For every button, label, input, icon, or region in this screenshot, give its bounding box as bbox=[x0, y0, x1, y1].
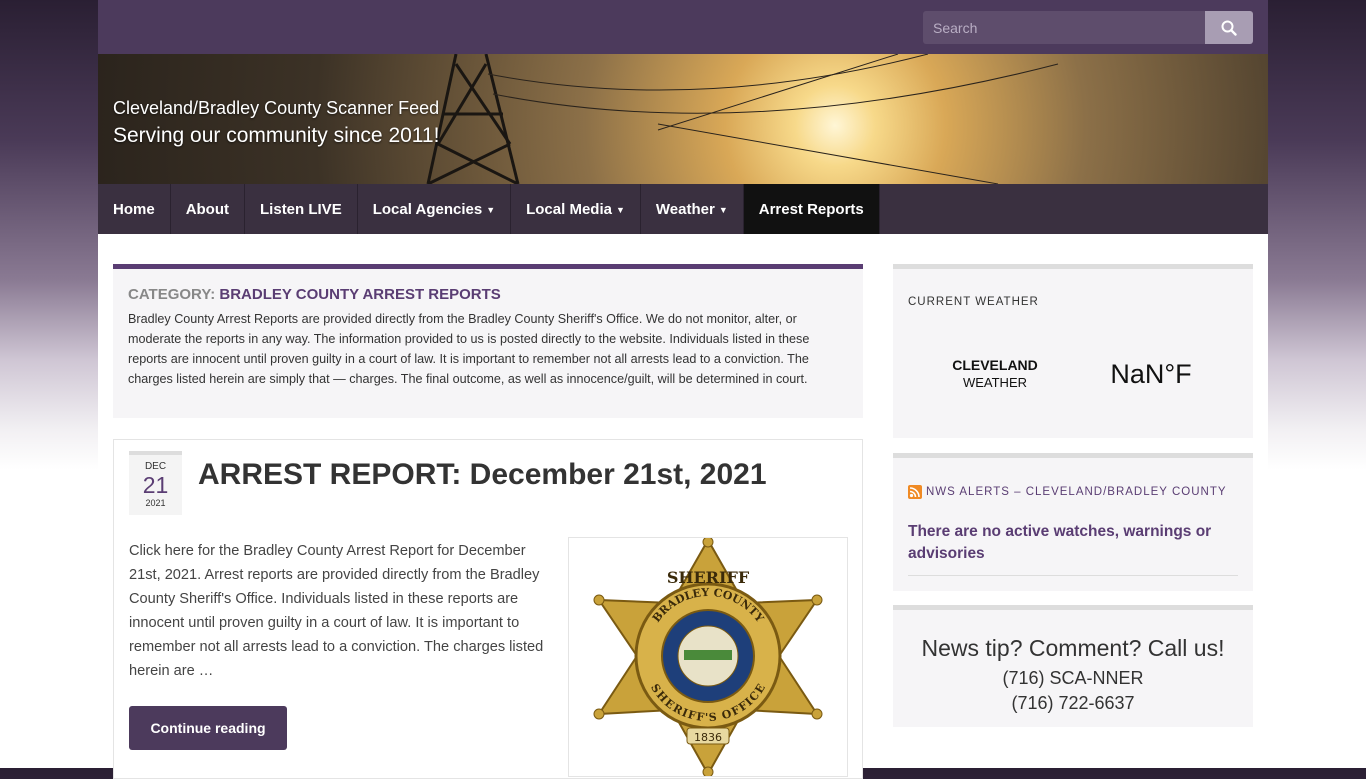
weather-label[interactable]: WEATHER bbox=[893, 375, 1097, 390]
weather-widget-title: Current Weather bbox=[908, 296, 1039, 308]
nav-label: Arrest Reports bbox=[758, 200, 864, 218]
site-tagline: Serving our community since 2011! bbox=[113, 124, 440, 147]
post-date-badge: DEC 21 2021 bbox=[129, 451, 182, 515]
badge-year: 1836 bbox=[694, 731, 722, 744]
alerts-message[interactable]: There are no active watches, warnings or… bbox=[908, 521, 1238, 576]
top-bar bbox=[98, 0, 1268, 54]
badge-top-text: SHERIFF bbox=[667, 568, 750, 587]
post-excerpt: Click here for the Bradley County Arrest… bbox=[129, 543, 544, 679]
nav-item-local-media[interactable]: Local Media ▼ bbox=[511, 184, 641, 234]
chevron-down-icon: ▼ bbox=[615, 205, 625, 215]
weather-temperature: NaN°F bbox=[1110, 359, 1192, 389]
alerts-title-text: NWS Alerts – Cleveland/Bradley County bbox=[926, 486, 1227, 498]
search-icon bbox=[1221, 20, 1237, 36]
nav-item-about[interactable]: About bbox=[171, 184, 246, 234]
alerts-widget-title[interactable]: NWS Alerts – Cleveland/Bradley County bbox=[908, 485, 1227, 499]
nws-alerts-widget: NWS Alerts – Cleveland/Bradley County Th… bbox=[893, 453, 1253, 591]
search-button[interactable] bbox=[1205, 11, 1253, 44]
category-header: Category: Bradley County Arrest Reports … bbox=[113, 264, 863, 418]
chevron-down-icon: ▼ bbox=[486, 205, 496, 215]
news-tip-phone-2: (716) 722-6637 bbox=[1011, 693, 1135, 713]
nav-label: Local Media bbox=[526, 200, 612, 218]
rss-icon bbox=[908, 485, 922, 499]
date-month: DEC bbox=[144, 461, 167, 472]
nav-item-listen-live[interactable]: Listen LIVE bbox=[245, 184, 358, 234]
nav-label: Local Agencies bbox=[372, 200, 483, 218]
nav-item-local-agencies[interactable]: Local Agencies ▼ bbox=[358, 184, 512, 234]
header-banner: Cleveland/Bradley County Scanner Feed Se… bbox=[98, 54, 1268, 184]
chevron-down-icon: ▼ bbox=[718, 205, 728, 215]
power-tower-image bbox=[426, 54, 1059, 184]
weather-city[interactable]: CLEVELAND bbox=[893, 357, 1097, 373]
date-year: 2021 bbox=[145, 498, 166, 508]
news-tip-widget: News tip? Comment? Call us! (716) SCA-NN… bbox=[893, 605, 1253, 727]
nav-item-home[interactable]: Home bbox=[98, 184, 171, 234]
nav-label: Home bbox=[113, 200, 155, 218]
continue-reading-button[interactable]: Continue reading bbox=[129, 706, 287, 750]
post-thumbnail[interactable]: SHERIFF BRADLEY COUNTY SHERIFF'S OFFICE … bbox=[568, 537, 848, 777]
category-description: Bradley County Arrest Reports are provid… bbox=[128, 312, 810, 386]
site-container: Cleveland/Bradley County Scanner Feed Se… bbox=[98, 0, 1268, 779]
weather-widget: Current Weather CLEVELAND WEATHER NaN°F bbox=[893, 264, 1253, 438]
search-input[interactable] bbox=[923, 11, 1205, 44]
date-day: 21 bbox=[142, 472, 169, 498]
sheriff-badge-image: SHERIFF BRADLEY COUNTY SHERIFF'S OFFICE … bbox=[593, 538, 823, 776]
category-title: Category: Bradley County Arrest Reports bbox=[128, 286, 848, 303]
nav-item-weather[interactable]: Weather ▼ bbox=[641, 184, 744, 234]
category-prefix: Category: bbox=[128, 286, 216, 303]
post-card: DEC 21 2021 ARREST REPORT: December 21st… bbox=[113, 439, 863, 779]
nav-label: Weather bbox=[655, 200, 715, 218]
news-tip-phone-1: (716) SCA-NNER bbox=[1002, 668, 1144, 688]
nav-label: About bbox=[185, 200, 230, 218]
main-nav: Home About Listen LIVE Local Agencies ▼ L… bbox=[98, 184, 1268, 234]
post-title[interactable]: ARREST REPORT: December 21st, 2021 bbox=[198, 458, 767, 492]
nav-item-arrest-reports[interactable]: Arrest Reports bbox=[743, 184, 880, 234]
news-tip-title: News tip? Comment? Call us! bbox=[921, 635, 1225, 661]
category-name: Bradley County Arrest Reports bbox=[219, 286, 501, 303]
site-title[interactable]: Cleveland/Bradley County Scanner Feed bbox=[113, 98, 439, 119]
nav-label: Listen LIVE bbox=[260, 200, 342, 218]
